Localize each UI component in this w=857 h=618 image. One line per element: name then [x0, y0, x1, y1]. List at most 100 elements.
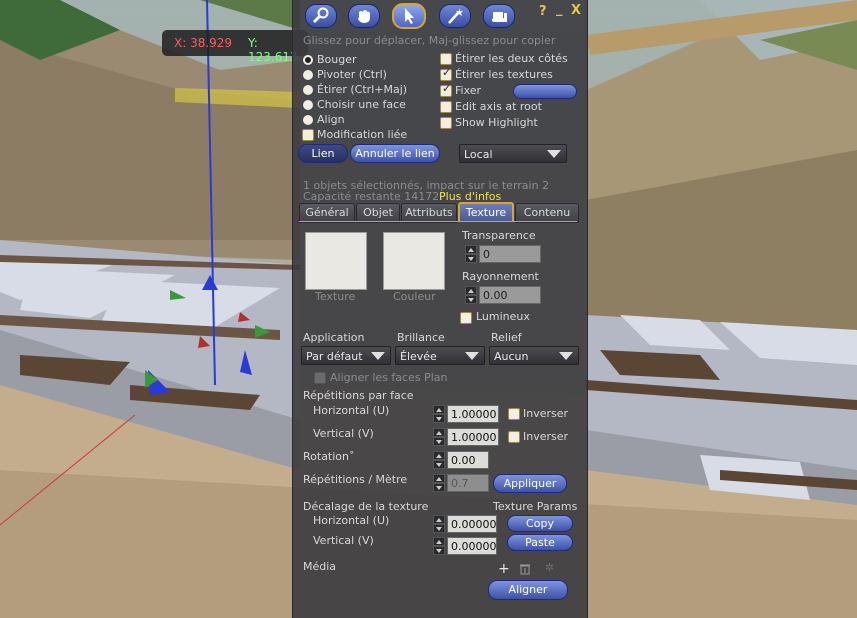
minimize-button[interactable]: _ — [556, 2, 563, 17]
radio-pivoter[interactable] — [302, 69, 314, 81]
chevron-down-icon — [371, 352, 385, 360]
offset-u-input[interactable]: 0.00000 — [447, 515, 497, 533]
repeats-per-face-label: Répétitions par face — [303, 389, 414, 402]
tab-texture[interactable]: Texture — [458, 202, 514, 222]
vertical-v-label: Vertical (V) — [313, 534, 374, 547]
shininess-label: Brillance — [397, 331, 445, 344]
shininess-dropdown[interactable]: Élevée — [395, 346, 485, 365]
zoom-tool-button[interactable] — [305, 4, 337, 28]
radio-bouger[interactable] — [302, 54, 314, 66]
offset-label: Décalage de la texture — [303, 500, 429, 513]
tab-general[interactable]: Général — [299, 203, 355, 223]
checkbox-label: Edit axis at root — [455, 100, 542, 113]
stretch-textures-checkbox[interactable] — [440, 66, 452, 81]
color-label: Couleur — [393, 290, 436, 303]
land-tool-button[interactable] — [483, 4, 515, 28]
radio-label: Choisir une face — [317, 98, 406, 111]
radio-align[interactable] — [302, 114, 314, 126]
align-button[interactable]: Aligner — [488, 580, 568, 600]
repeats-v-spinner[interactable] — [433, 428, 445, 446]
build-tools-floater: ? _ X Glissez pour déplacer, Maj-glissez… — [292, 0, 588, 618]
repeats-per-meter-spinner[interactable] — [433, 474, 445, 492]
gear-icon[interactable]: ✲ — [545, 561, 554, 574]
grab-tool-button[interactable] — [348, 4, 380, 28]
show-highlight-checkbox[interactable] — [440, 117, 452, 129]
chevron-down-icon — [465, 352, 479, 360]
flip-u-checkbox[interactable] — [508, 408, 520, 420]
bulldozer-icon — [492, 12, 507, 22]
tab-attributes[interactable]: Attributs — [401, 203, 457, 223]
fullbright-label: Lumineux — [476, 310, 530, 323]
checkbox-label: Étirer les deux côtés — [455, 52, 568, 65]
chevron-down-icon — [559, 352, 573, 360]
reference-frame-dropdown[interactable]: Local — [459, 144, 567, 163]
flip-v-checkbox[interactable] — [508, 431, 520, 443]
vertical-v-label: Vertical (V) — [313, 427, 374, 440]
repeats-v-input[interactable]: 1.00000 — [447, 428, 499, 446]
glow-label: Rayonnement — [462, 270, 539, 283]
horizontal-u-label: Horizontal (U) — [313, 514, 390, 527]
grab-hand-icon — [358, 10, 370, 23]
radio-label: Étirer (Ctrl+Maj) — [317, 83, 408, 96]
close-button[interactable]: X — [571, 3, 581, 18]
snap-options-button[interactable] — [513, 84, 577, 99]
horizontal-u-label: Horizontal (U) — [313, 404, 390, 417]
align-planar-label: Aligner les faces Plan — [330, 371, 448, 384]
dropdown-value: Par défaut — [306, 350, 363, 363]
copy-button[interactable]: Copy — [507, 515, 573, 532]
add-media-icon[interactable]: + — [498, 561, 510, 577]
repeats-per-meter-input[interactable]: 0.7 — [447, 474, 489, 492]
texture-params-label: Texture Params — [493, 500, 578, 513]
texture-label: Texture — [315, 290, 356, 303]
radio-label: Align — [317, 113, 345, 126]
trash-icon[interactable] — [519, 563, 531, 575]
application-dropdown[interactable]: Par défaut — [301, 346, 391, 365]
transparency-input[interactable]: 0 — [479, 245, 541, 263]
dropdown-value: Élevée — [400, 350, 437, 363]
hint-text: Glissez pour déplacer, Maj-glissez pour … — [303, 34, 556, 47]
texture-swatch[interactable] — [305, 232, 367, 290]
repeats-u-input[interactable]: 1.00000 — [447, 405, 499, 423]
radio-choisir-face[interactable] — [302, 99, 314, 111]
zoom-icon — [312, 7, 329, 24]
capacity-text: Capacité restante 14172. — [303, 190, 443, 203]
rotation-spinner[interactable] — [433, 451, 445, 469]
stretch-both-sides-checkbox[interactable] — [440, 53, 452, 65]
fullbright-checkbox[interactable] — [460, 312, 472, 324]
glow-spinner[interactable] — [465, 286, 477, 304]
paste-button[interactable]: Paste — [507, 534, 573, 551]
align-planar-checkbox[interactable] — [314, 372, 326, 384]
tab-underline — [299, 221, 577, 222]
modification-liee-checkbox[interactable] — [302, 129, 314, 141]
tab-content[interactable]: Contenu — [515, 203, 579, 223]
repeats-u-spinner[interactable] — [433, 405, 445, 423]
checkbox-label: Étirer les textures — [455, 68, 553, 81]
snap-checkbox[interactable] — [440, 82, 452, 97]
offset-u-spinner[interactable] — [433, 515, 445, 533]
bump-dropdown[interactable]: Aucun — [489, 346, 579, 365]
link-button[interactable]: Lien — [298, 144, 348, 163]
tab-object[interactable]: Objet — [356, 203, 400, 223]
repeats-per-meter-label: Répétitions / Mètre — [303, 473, 408, 486]
magic-wand-icon — [448, 8, 463, 24]
help-button[interactable]: ? — [539, 4, 547, 19]
radio-etirer[interactable] — [302, 84, 314, 96]
edit-axis-at-root-checkbox[interactable] — [440, 101, 452, 113]
color-swatch[interactable] — [383, 232, 445, 290]
offset-v-spinner[interactable] — [433, 537, 445, 555]
rotation-input[interactable]: 0.00 — [447, 451, 489, 469]
glow-input[interactable]: 0.00 — [479, 286, 541, 304]
chevron-down-icon — [547, 150, 561, 158]
create-tool-button[interactable] — [439, 4, 471, 28]
flip-label: Inverser — [523, 430, 569, 443]
dropdown-value: Aucun — [494, 350, 529, 363]
pointer-arrow-icon — [405, 8, 414, 24]
checkbox-label: Modification liée — [317, 128, 408, 141]
unlink-button[interactable]: Annuler le lien — [350, 144, 440, 163]
offset-v-input[interactable]: 0.00000 — [447, 537, 497, 555]
edit-tool-button[interactable] — [392, 3, 426, 29]
apply-button[interactable]: Appliquer — [493, 474, 567, 493]
transparency-spinner[interactable] — [465, 245, 477, 263]
application-label: Application — [303, 331, 365, 344]
radio-label: Bouger — [317, 53, 357, 66]
